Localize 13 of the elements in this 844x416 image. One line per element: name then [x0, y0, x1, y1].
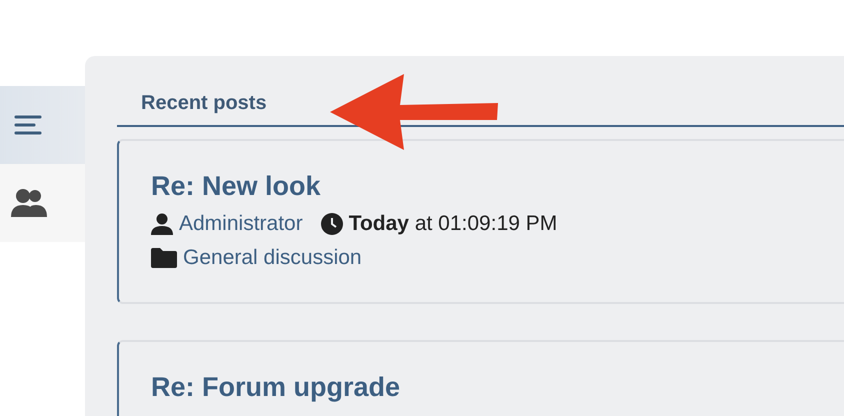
clock-icon: [320, 213, 343, 235]
post-title[interactable]: Re: New look: [151, 171, 844, 202]
folder-icon: [151, 248, 177, 268]
post-title[interactable]: Re: Forum upgrade: [151, 372, 844, 403]
forum-link[interactable]: General discussion: [183, 246, 362, 270]
section-heading: Recent posts: [141, 92, 267, 114]
user-icon: [151, 213, 173, 235]
sidebar-tab[interactable]: [0, 164, 85, 242]
sidebar-tab[interactable]: [0, 86, 85, 164]
users-icon: [10, 188, 48, 218]
author-link[interactable]: Administrator: [179, 212, 303, 236]
menu-icon: [14, 114, 42, 136]
post-time: Today at 01:09:19 PM: [348, 212, 558, 236]
